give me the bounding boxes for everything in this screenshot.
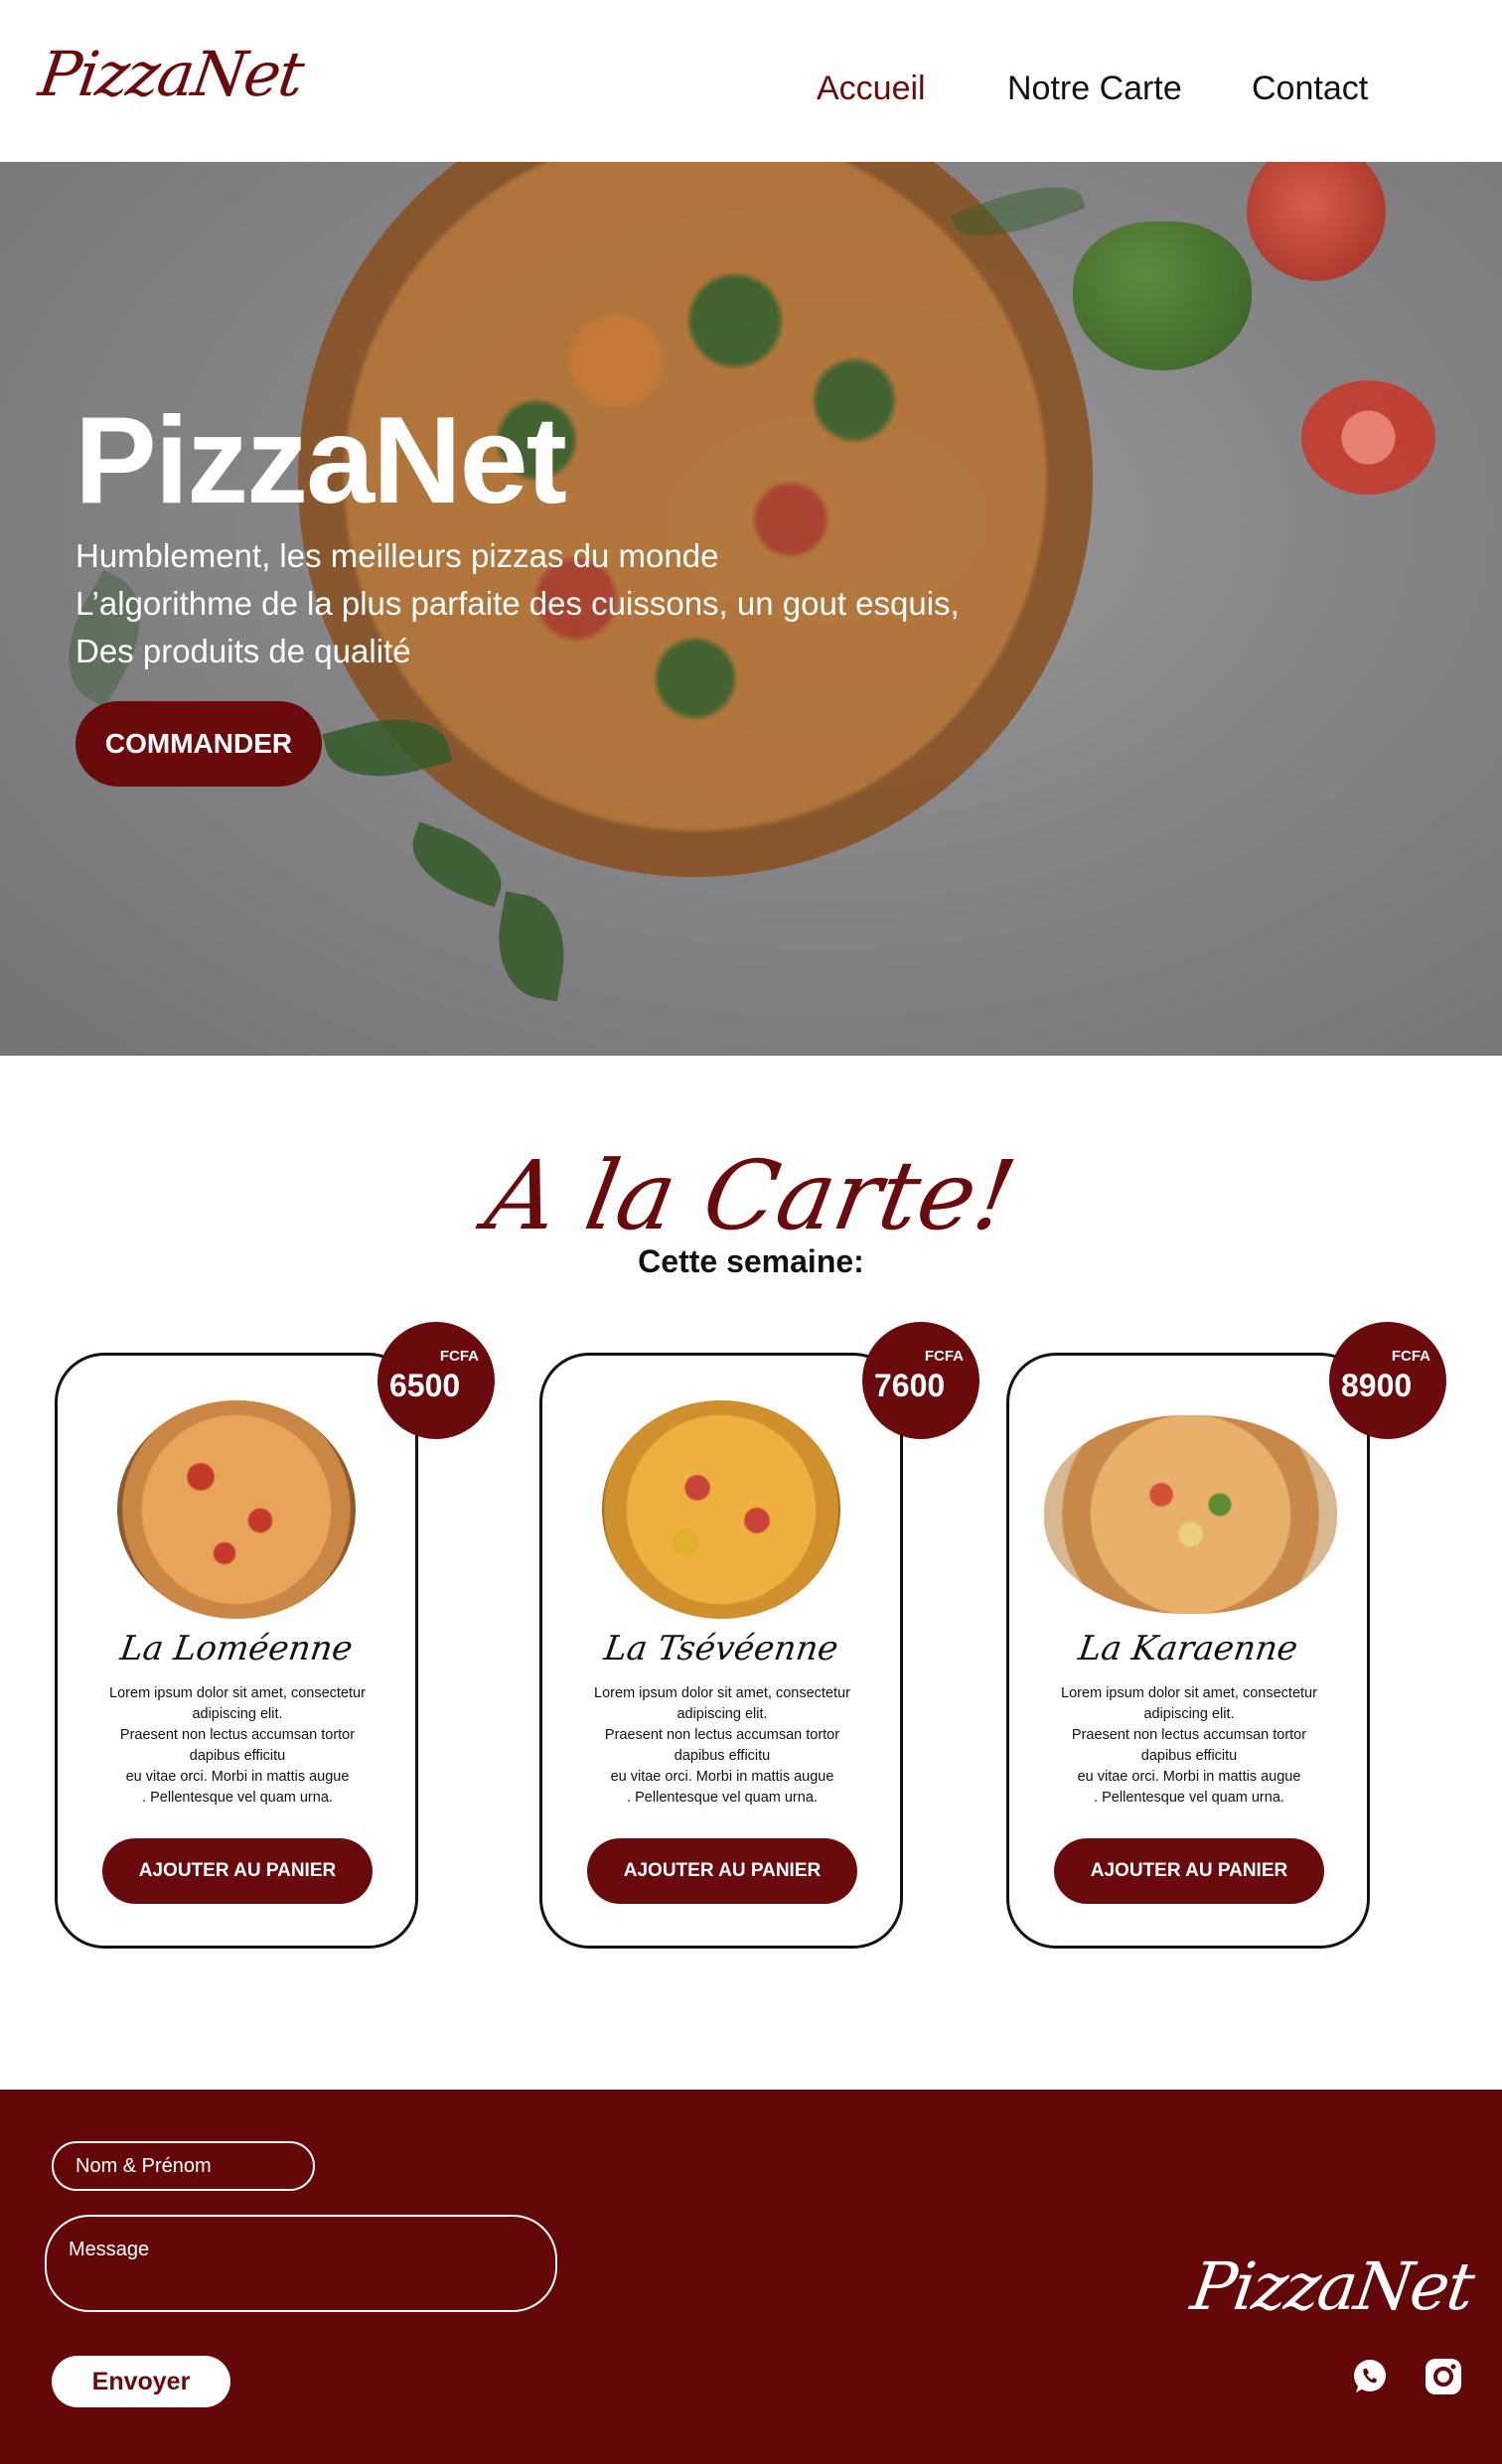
price-currency: FCFA [924, 1348, 964, 1365]
section-subtitle: Cette semaine: [638, 1243, 864, 1279]
send-button[interactable]: Envoyer [52, 2356, 230, 2407]
price-badge: FCFA 7600 [862, 1322, 979, 1439]
price-badge: FCFA 6500 [377, 1322, 495, 1439]
desc-line: adipiscing elit. [192, 1706, 283, 1722]
price-currency: FCFA [439, 1348, 479, 1365]
logo[interactable]: PizzaNet [35, 38, 307, 110]
pizza-card: FCFA 6500 La Loméenne Lorem ipsum dolor … [55, 1322, 495, 1949]
desc-line: . Pellentesque vel quam urna. [1094, 1790, 1284, 1806]
desc-line: Lorem ipsum dolor sit amet, consectetur [594, 1685, 850, 1701]
tomato-image [1247, 162, 1386, 281]
price-value: 6500 [389, 1368, 461, 1403]
nav-notre-carte[interactable]: Notre Carte [1007, 70, 1182, 108]
site-header: PizzaNet Accueil Notre Carte Contact [0, 0, 1502, 162]
desc-line: . Pellentesque vel quam urna. [142, 1790, 333, 1806]
hero-line: Humblement, les meilleurs pizzas du mond… [75, 537, 719, 574]
hero: PizzaNet Humblement, les meilleurs pizza… [0, 162, 1502, 1056]
pizza-card: FCFA 7600 La Tsévéenne Lorem ipsum dolor… [539, 1322, 979, 1949]
desc-line: Lorem ipsum dolor sit amet, consectetur [1061, 1685, 1317, 1701]
hero-line: Des produits de qualité [75, 633, 411, 669]
price-badge: FCFA 8900 [1329, 1322, 1446, 1439]
pizza-image [1044, 1415, 1337, 1614]
desc-line: adipiscing elit. [676, 1706, 768, 1722]
desc-line: Lorem ipsum dolor sit amet, consectetur [109, 1685, 366, 1701]
pepper-image [1073, 221, 1252, 370]
pizza-card: FCFA 8900 La Karaenne Lorem ipsum dolor … [1006, 1322, 1446, 1949]
desc-line: Praesent non lectus accumsan tortor [604, 1727, 840, 1743]
desc-line: Praesent non lectus accumsan tortor [1071, 1727, 1307, 1743]
price-value: 7600 [874, 1368, 946, 1403]
pizza-name: La Tsévéenne [601, 1629, 841, 1668]
pizza-name: La Karaenne [1076, 1629, 1300, 1668]
nav-accueil[interactable]: Accueil [817, 70, 926, 108]
pizza-image [602, 1400, 840, 1619]
desc-line: eu vitae orci. Morbi in mattis augue [1077, 1769, 1301, 1785]
hero-line: L’algorithme de la plus parfaite des cui… [75, 585, 960, 622]
desc-line: eu vitae orci. Morbi in mattis augue [610, 1769, 834, 1785]
name-field[interactable] [52, 2141, 315, 2191]
desc-line: . Pellentesque vel quam urna. [627, 1790, 818, 1806]
desc-line: adipiscing elit. [1143, 1706, 1235, 1722]
pizza-description: Lorem ipsum dolor sit amet, consectetur … [77, 1683, 397, 1809]
basil-leaf [400, 821, 514, 908]
add-to-cart-button[interactable]: AJOUTER AU PANIER [587, 1838, 857, 1904]
basil-leaf [488, 891, 575, 1002]
desc-line: Praesent non lectus accumsan tortor [119, 1727, 356, 1743]
desc-line: dapibus efficitu [1140, 1748, 1238, 1764]
desc-line: dapibus efficitu [674, 1748, 771, 1764]
desc-line: dapibus efficitu [189, 1748, 286, 1764]
add-to-cart-button[interactable]: AJOUTER AU PANIER [1054, 1838, 1324, 1904]
section-title: A la Carte! [478, 1140, 1024, 1251]
desc-line: eu vitae orci. Morbi in mattis augue [125, 1769, 350, 1785]
hero-tagline: Humblement, les meilleurs pizzas du mond… [75, 532, 960, 675]
message-field[interactable] [45, 2215, 557, 2312]
add-to-cart-button[interactable]: AJOUTER AU PANIER [102, 1838, 373, 1904]
price-currency: FCFA [1391, 1348, 1430, 1365]
whatsapp-icon[interactable] [1349, 2356, 1391, 2397]
instagram-icon[interactable] [1423, 2356, 1464, 2397]
nav-contact[interactable]: Contact [1252, 70, 1368, 108]
tomato-half-image [1301, 380, 1435, 495]
pizza-image [117, 1400, 356, 1619]
hero-title: PizzaNet [75, 392, 567, 529]
pizza-description: Lorem ipsum dolor sit amet, consectetur … [562, 1683, 882, 1809]
site-footer: Envoyer PizzaNet [0, 2090, 1502, 2464]
pizza-description: Lorem ipsum dolor sit amet, consectetur … [1029, 1683, 1349, 1809]
footer-logo: PizzaNet [1186, 2248, 1478, 2325]
price-value: 8900 [1341, 1368, 1413, 1403]
pizza-name: La Loméenne [117, 1629, 356, 1668]
commander-button[interactable]: COMMANDER [75, 701, 322, 787]
